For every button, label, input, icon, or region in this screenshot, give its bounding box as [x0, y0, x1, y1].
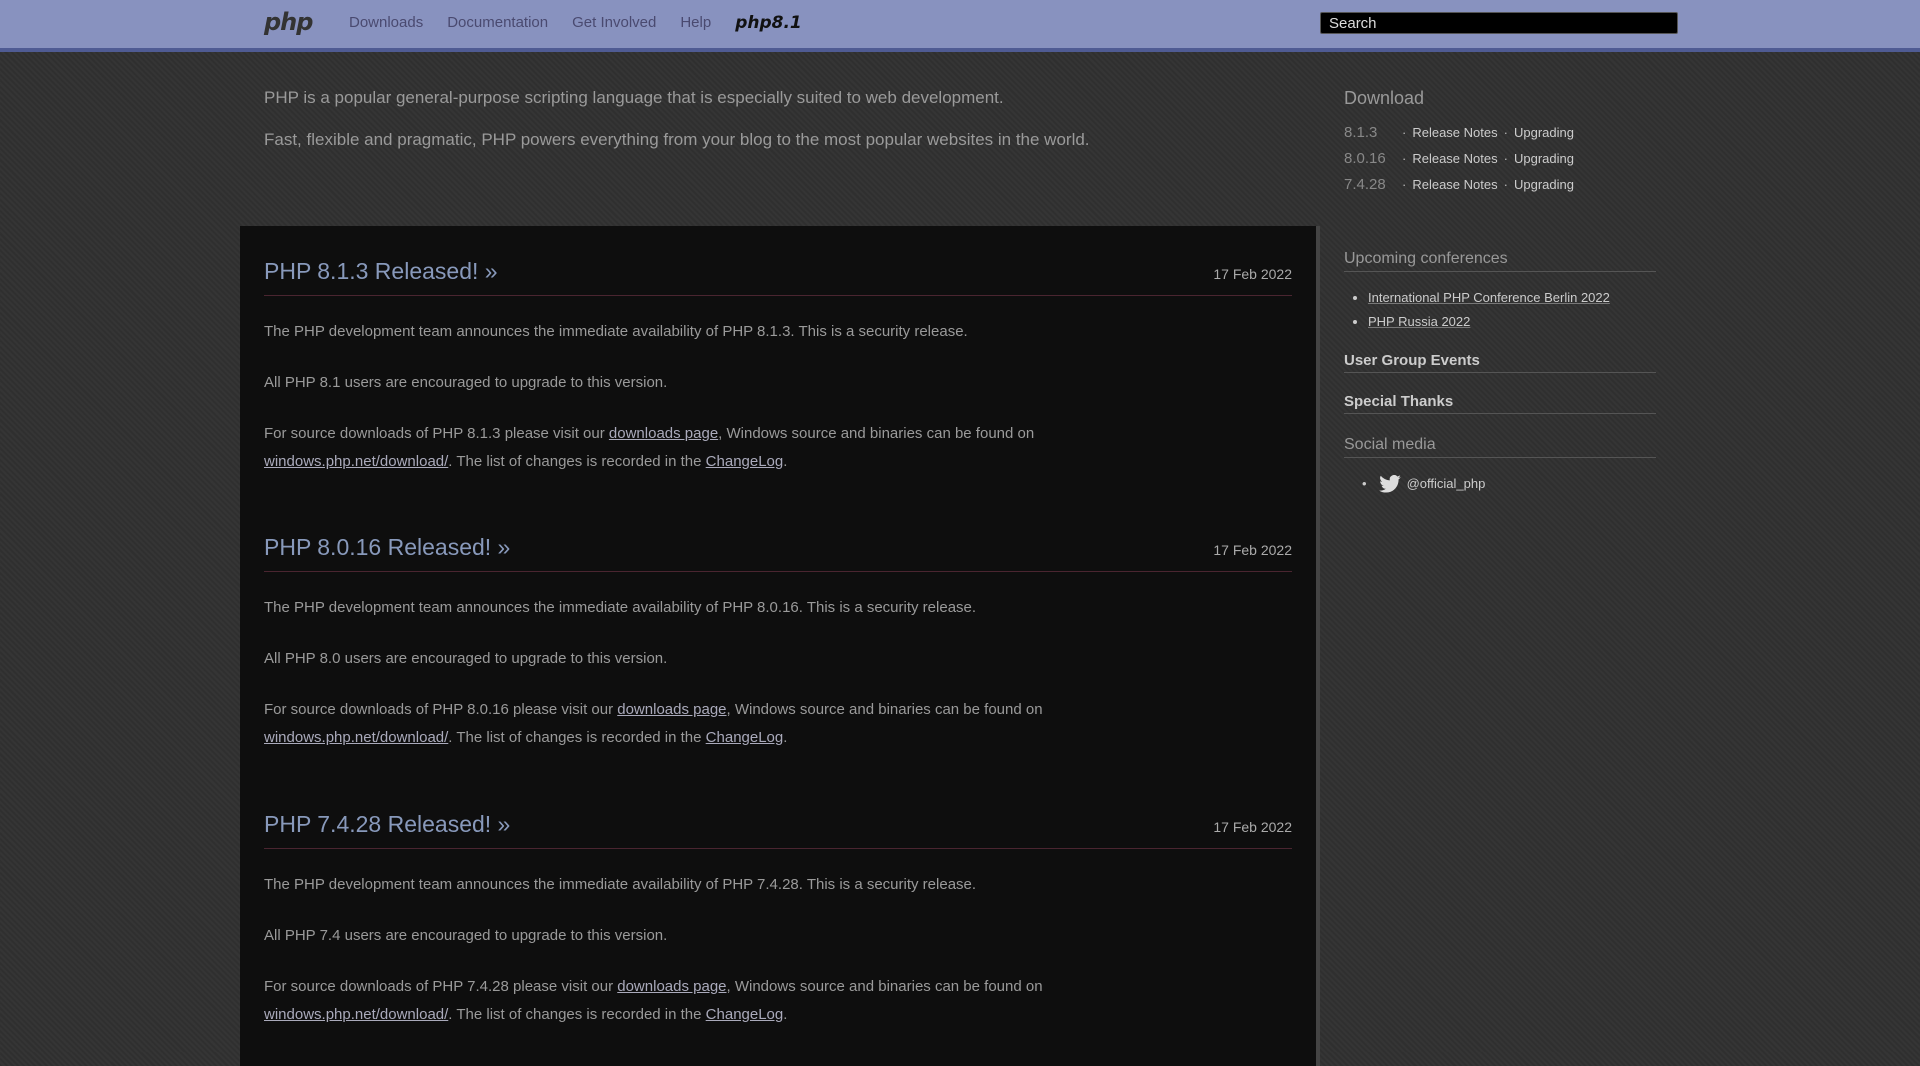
conference-link[interactable]: International PHP Conference Berlin 2022 — [1368, 290, 1610, 305]
changelog-link[interactable]: ChangeLog — [706, 729, 784, 746]
windows-download-link[interactable]: windows.php.net/download/ — [264, 453, 448, 470]
text: For source downloads of PHP 8.0.16 pleas… — [264, 701, 618, 718]
bullet-separator: · — [1402, 150, 1407, 166]
bullet-separator: · — [1503, 176, 1508, 192]
news-paragraph: For source downloads of PHP 8.0.16 pleas… — [264, 696, 1292, 752]
intro: PHP is a popular general-purpose scripti… — [264, 88, 1164, 172]
changelog-link[interactable]: ChangeLog — [706, 1006, 784, 1023]
text: . — [783, 1006, 788, 1023]
release-notes-link[interactable]: Release Notes — [1412, 177, 1497, 192]
news-paragraph: All PHP 8.1 users are encouraged to upgr… — [264, 374, 668, 391]
list-item: International PHP Conference Berlin 2022 — [1368, 286, 1656, 310]
download-title: Download — [1344, 88, 1425, 108]
news-date: 17 Feb 2022 — [1213, 266, 1292, 282]
news-heading: PHP 8.1.3 Released! » 17 Feb 2022 — [264, 258, 1292, 296]
bullet-separator: · — [1402, 176, 1407, 192]
text: . The list of changes is recorded in the — [448, 729, 706, 746]
download-version[interactable]: 7.4.28 — [1344, 176, 1396, 193]
windows-download-link[interactable]: windows.php.net/download/ — [264, 729, 448, 746]
downloads-page-link[interactable]: downloads page — [609, 425, 718, 442]
news-date: 17 Feb 2022 — [1213, 819, 1292, 835]
text: . The list of changes is recorded in the — [448, 1006, 706, 1023]
news-heading: PHP 8.0.16 Released! » 17 Feb 2022 — [264, 534, 1292, 572]
intro-line-2: Fast, flexible and pragmatic, PHP powers… — [264, 130, 1090, 149]
search-input[interactable] — [1320, 12, 1678, 34]
text: . The list of changes is recorded in the — [448, 453, 706, 470]
news-title-link[interactable]: PHP 8.0.16 Released! » — [264, 534, 510, 561]
windows-download-link[interactable]: windows.php.net/download/ — [264, 1006, 448, 1023]
news-paragraph: For source downloads of PHP 7.4.28 pleas… — [264, 973, 1292, 1029]
download-version[interactable]: 8.0.16 — [1344, 150, 1396, 167]
user-group-events-heading[interactable]: User Group Events — [1344, 352, 1656, 373]
news-paragraph: For source downloads of PHP 8.1.3 please… — [264, 420, 1292, 476]
bullet-separator: · — [1503, 124, 1508, 140]
main-nav: Downloads Documentation Get Involved Hel… — [349, 13, 802, 33]
upgrading-link[interactable]: Upgrading — [1514, 177, 1574, 192]
upgrading-link[interactable]: Upgrading — [1514, 151, 1574, 166]
bullet-separator: · — [1503, 150, 1508, 166]
conference-link[interactable]: PHP Russia 2022 — [1368, 314, 1470, 329]
nav-documentation[interactable]: Documentation — [447, 14, 548, 33]
text: , Windows source and binaries can be fou… — [726, 701, 1043, 718]
bullet: • — [1362, 476, 1367, 491]
text: , Windows source and binaries can be fou… — [718, 425, 1035, 442]
bullet-separator: · — [1402, 124, 1407, 140]
text: . — [783, 453, 788, 470]
social-media-heading: Social media — [1344, 436, 1656, 458]
text: . — [783, 729, 788, 746]
news-paragraph: The PHP development team announces the i… — [264, 599, 977, 616]
downloads-page-link[interactable]: downloads page — [617, 701, 726, 718]
news-paragraph: The PHP development team announces the i… — [264, 323, 968, 340]
news-item: PHP 8.0.16 Released! » 17 Feb 2022 The P… — [264, 534, 1292, 752]
sidebar: Upcoming conferences International PHP C… — [1344, 250, 1656, 496]
downloads-page-link[interactable]: downloads page — [617, 978, 726, 995]
text: For source downloads of PHP 8.1.3 please… — [264, 425, 609, 442]
upgrading-link[interactable]: Upgrading — [1514, 125, 1574, 140]
twitter-link[interactable]: @official_php — [1407, 472, 1486, 496]
top-navigation-bar: php Downloads Documentation Get Involved… — [0, 0, 1920, 52]
nav-downloads[interactable]: Downloads — [349, 14, 423, 33]
release-notes-link[interactable]: Release Notes — [1412, 125, 1497, 140]
conferences-list: International PHP Conference Berlin 2022… — [1344, 286, 1656, 334]
php-logo[interactable]: php — [264, 8, 313, 36]
special-thanks-heading[interactable]: Special Thanks — [1344, 393, 1656, 414]
news-date: 17 Feb 2022 — [1213, 542, 1292, 558]
download-row: 8.1.3 · Release Notes · Upgrading — [1344, 119, 1656, 145]
news-title-link[interactable]: PHP 8.1.3 Released! » — [264, 258, 498, 285]
text: For source downloads of PHP 7.4.28 pleas… — [264, 978, 618, 995]
download-box: Download 8.1.3 · Release Notes · Upgradi… — [1344, 88, 1656, 197]
social-list: • @official_php — [1344, 472, 1656, 496]
news-paragraph: The PHP development team announces the i… — [264, 876, 977, 893]
news-item: PHP 7.4.28 Released! » 17 Feb 2022 The P… — [264, 811, 1292, 1029]
conferences-heading[interactable]: Upcoming conferences — [1344, 250, 1656, 272]
download-version[interactable]: 8.1.3 — [1344, 124, 1396, 141]
news-paragraph: All PHP 7.4 users are encouraged to upgr… — [264, 927, 668, 944]
news-item: PHP 8.1.3 Released! » 17 Feb 2022 The PH… — [264, 258, 1292, 476]
news-paragraph: All PHP 8.0 users are encouraged to upgr… — [264, 650, 668, 667]
changelog-link[interactable]: ChangeLog — [706, 453, 784, 470]
list-item: PHP Russia 2022 — [1368, 310, 1656, 334]
news-title-link[interactable]: PHP 7.4.28 Released! » — [264, 811, 510, 838]
download-row: 7.4.28 · Release Notes · Upgrading — [1344, 171, 1656, 197]
nav-php81-promo[interactable]: php8.1 — [735, 13, 802, 33]
text: , Windows source and binaries can be fou… — [726, 978, 1043, 995]
release-notes-link[interactable]: Release Notes — [1412, 151, 1497, 166]
nav-get-involved[interactable]: Get Involved — [572, 14, 656, 33]
list-item: • @official_php — [1362, 472, 1656, 496]
nav-help[interactable]: Help — [680, 14, 711, 33]
download-row: 8.0.16 · Release Notes · Upgrading — [1344, 145, 1656, 171]
news-heading: PHP 7.4.28 Released! » 17 Feb 2022 — [264, 811, 1292, 849]
intro-line-1: PHP is a popular general-purpose scripti… — [264, 88, 1004, 107]
twitter-icon — [1378, 475, 1401, 493]
news-feed: PHP 8.1.3 Released! » 17 Feb 2022 The PH… — [240, 226, 1320, 1066]
